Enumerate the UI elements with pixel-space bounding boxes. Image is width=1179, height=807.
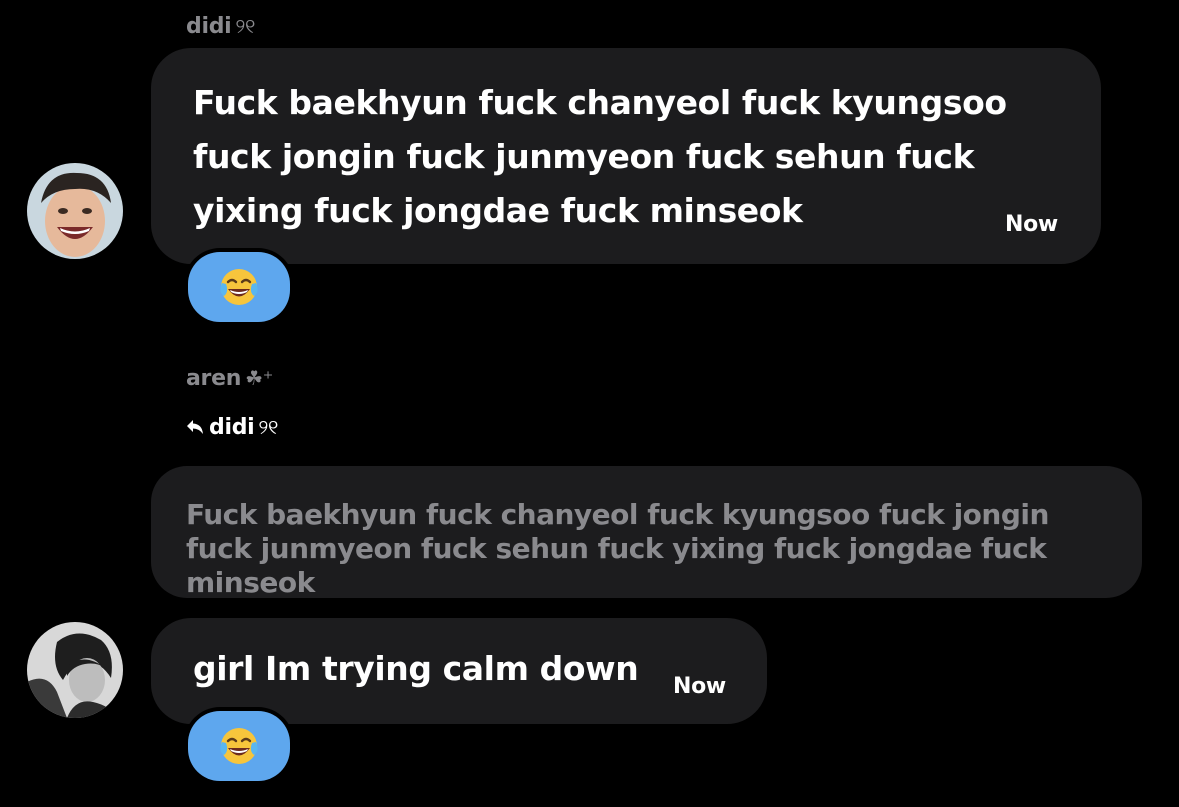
sender-name-decoration: ☘︎⁺: [245, 366, 273, 390]
reply-arrow-icon: [187, 420, 203, 434]
reaction-badge[interactable]: [184, 248, 294, 326]
face-with-tears-of-joy-icon: [220, 269, 258, 305]
reaction-pill: [188, 711, 290, 781]
reaction-badge[interactable]: [184, 707, 294, 785]
sender-name-text: didi: [186, 14, 232, 39]
sender-name: didi ୨୧: [186, 14, 255, 39]
message-bubble[interactable]: Fuck baekhyun fuck chanyeol fuck kyungso…: [151, 48, 1101, 264]
reply-to-label[interactable]: didi ୨୧: [186, 415, 278, 440]
face-with-tears-of-joy-icon: [220, 728, 258, 764]
message-text: girl Im trying calm down: [193, 649, 639, 688]
quoted-message-bubble[interactable]: Fuck baekhyun fuck chanyeol fuck kyungso…: [151, 466, 1142, 599]
message-text: Fuck baekhyun fuck chanyeol fuck kyungso…: [193, 83, 1007, 230]
reply-to-name: didi: [209, 415, 255, 440]
avatar[interactable]: [27, 163, 123, 259]
sender-name-text: aren: [186, 366, 242, 391]
message-timestamp: Now: [673, 674, 726, 699]
sender-name-decoration: ୨୧: [235, 14, 256, 38]
reaction-pill: [188, 252, 290, 322]
reply-to-name-decoration: ୨୧: [258, 415, 279, 439]
avatar-image: [27, 163, 123, 259]
avatar-image: [27, 622, 123, 718]
avatar[interactable]: [27, 622, 123, 718]
quoted-message-text: Fuck baekhyun fuck chanyeol fuck kyungso…: [186, 498, 1049, 599]
sender-name: aren ☘︎⁺: [186, 366, 273, 391]
message-timestamp: Now: [1005, 212, 1058, 237]
